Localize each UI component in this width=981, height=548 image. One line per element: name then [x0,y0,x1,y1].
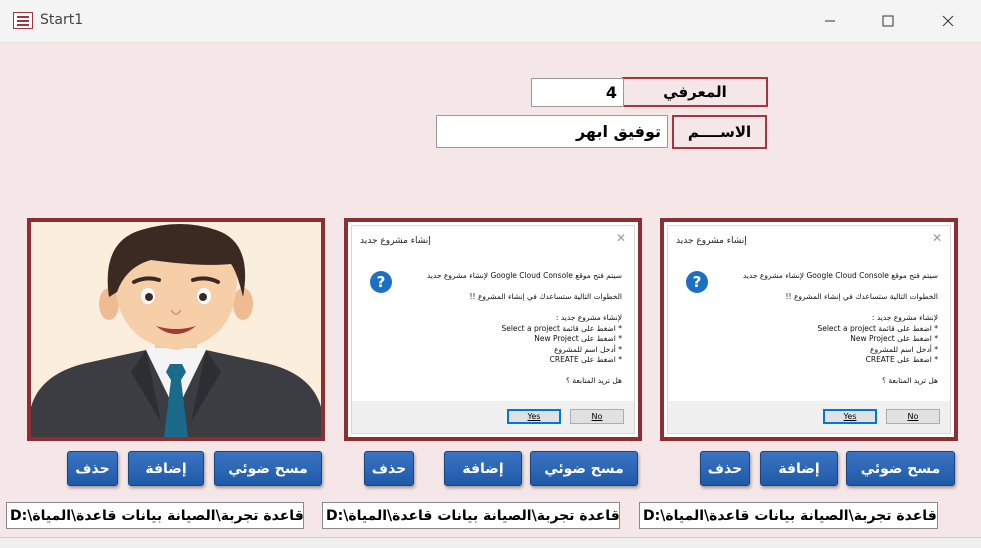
add-button-2[interactable]: إضافة [444,451,522,486]
new-project-dialog: ✕ إنشاء مشروع جديد ? سيتم فتح موقع Googl… [667,225,951,434]
scan-button-1[interactable]: مسح ضوئي [214,451,322,486]
add-button-3[interactable]: إضافة [760,451,838,486]
close-icon [942,15,954,27]
name-field[interactable]: توفيق ابهر [436,115,668,148]
minimize-button[interactable] [808,6,852,36]
delete-button-3[interactable]: حذف [700,451,750,486]
question-icon: ? [686,271,708,293]
close-button[interactable] [926,6,970,36]
dialog-title: إنشاء مشروع جديد [360,236,431,246]
minimize-icon [825,20,835,22]
file-path-field-2[interactable]: D:\بيانات قاعدة تجربة\الصيانة بيانات قاع… [322,502,620,529]
id-field[interactable]: 4 [531,78,624,107]
window-title: Start1 [40,12,84,28]
dialog-yes-button[interactable]: Yes [823,409,877,424]
id-label: المعرفي [622,77,768,107]
dialog-no-button[interactable]: No [886,409,940,424]
photo-frame-1 [27,218,325,441]
name-label: الاســــم [672,115,767,149]
dialog-title: إنشاء مشروع جديد [676,236,747,246]
dialog-close-icon[interactable]: ✕ [932,231,942,245]
maximize-icon [882,15,894,27]
dialog-no-button[interactable]: No [570,409,624,424]
dialog-message: سيتم فتح موقع Google Cloud Console لإنشا… [426,271,622,385]
scan-button-2[interactable]: مسح ضوئي [530,451,638,486]
new-project-dialog: ✕ إنشاء مشروع جديد ? سيتم فتح موقع Googl… [351,225,635,434]
file-path-field-3[interactable]: D:\بيانات قاعدة تجربة\الصيانة بيانات قاع… [639,502,938,529]
dialog-close-icon[interactable]: ✕ [616,231,626,245]
dialog-yes-button[interactable]: Yes [507,409,561,424]
scan-button-3[interactable]: مسح ضوئي [846,451,955,486]
dialog-footer: Yes No [668,401,950,433]
dialog-message: سيتم فتح موقع Google Cloud Console لإنشا… [742,271,938,385]
maximize-button[interactable] [866,6,910,36]
window-titlebar: Start1 [0,0,981,43]
form-icon [13,12,33,29]
add-button-1[interactable]: إضافة [128,451,204,486]
delete-button-1[interactable]: حذف [67,451,118,486]
dialog-frame-3: ✕ إنشاء مشروع جديد ? سيتم فتح موقع Googl… [660,218,958,441]
status-bar [0,537,981,548]
question-icon: ? [370,271,392,293]
file-path-field-1[interactable]: D:\بيانات قاعدة تجربة\الصيانة بيانات قاع… [6,502,304,529]
dialog-frame-2: ✕ إنشاء مشروع جديد ? سيتم فتح موقع Googl… [344,218,642,441]
dialog-footer: Yes No [352,401,634,433]
person-avatar-image [31,222,321,437]
delete-button-2[interactable]: حذف [364,451,414,486]
